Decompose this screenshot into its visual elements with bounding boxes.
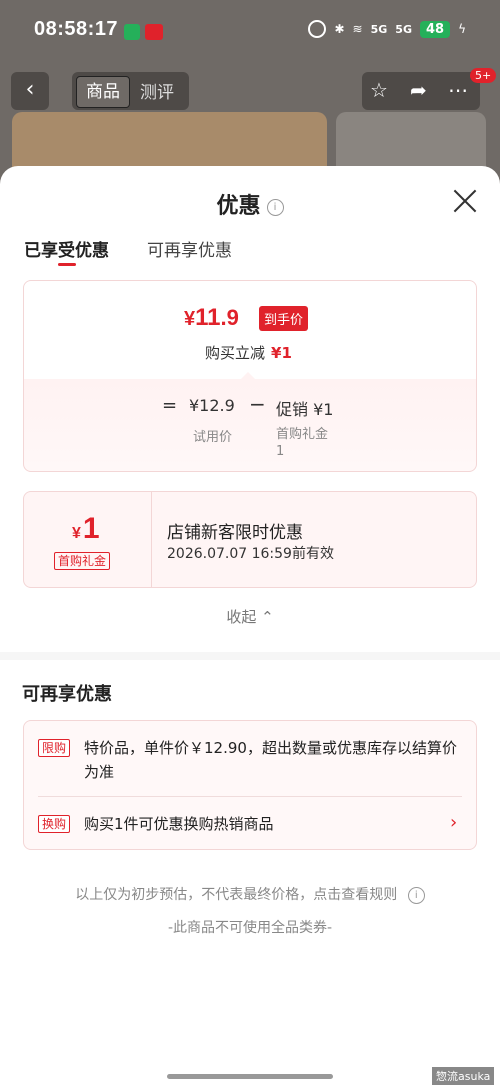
trial-price-label: 试用价 <box>193 430 233 445</box>
caret-pointer <box>240 372 256 380</box>
reduction-label: 购买立减 <box>205 344 266 362</box>
final-price: ¥11.9 <box>184 304 239 332</box>
collapse-label: 收起 <box>226 608 257 626</box>
close-icon[interactable] <box>452 188 478 214</box>
promo-amount: 促销 ¥1 <box>276 400 334 419</box>
exchange-offer-text[interactable]: 购买1件可优惠换购热销商品 <box>84 813 274 834</box>
coupon-restriction-note: -此商品不可使用全品类券- <box>167 920 333 936</box>
disclaimer[interactable]: 以上仅为初步预估，不代表最终价格，点击查看规则 i <box>0 884 500 904</box>
row-separator <box>38 796 462 797</box>
tab-enjoyed-discounts[interactable]: 已享受优惠 <box>24 236 109 261</box>
collapse-button[interactable]: 收起 ⌃ <box>0 606 500 627</box>
coupon-validity: 2026.07.07 16:59前有效 <box>167 546 334 562</box>
sheet-title: 优惠 i <box>0 188 500 220</box>
favorite-star-icon[interactable]: ☆ <box>370 78 388 102</box>
final-price-tag: 到手价 <box>259 306 309 331</box>
coupon-tag: 首购礼金 <box>54 552 111 570</box>
chevron-right-icon[interactable]: › <box>450 812 457 833</box>
section-title: 可再享优惠 <box>22 684 112 705</box>
tab-review[interactable]: 测评 <box>140 78 174 103</box>
signal-icon: 5G <box>370 22 388 36</box>
signal-icon: 5G <box>395 22 412 36</box>
minus-sign: − <box>249 392 266 416</box>
section-divider <box>0 652 500 660</box>
info-icon[interactable]: i <box>407 886 425 904</box>
app-notification-icon <box>124 24 140 40</box>
limit-offer-text: 特价品，单件价￥12.90，超出数量或优惠库存以结算价为准 <box>84 739 457 781</box>
tab-product[interactable]: 商品 <box>76 76 130 108</box>
share-icon[interactable]: ➦ <box>410 78 427 102</box>
promo-detail: 首购礼金 1 <box>276 426 328 460</box>
sheet-title-text: 优惠 <box>216 194 261 219</box>
bluetooth-icon: ✱ <box>334 22 345 36</box>
status-bar: 08:58:17 ✱ ≋ 5G 5G 48 ϟ <box>0 0 500 62</box>
exchange-tag: 换购 <box>38 815 71 833</box>
coupon-currency: ¥ <box>72 525 81 542</box>
chevron-up-icon: ⌃ <box>261 608 274 626</box>
limit-tag: 限购 <box>38 739 71 757</box>
alarm-icon <box>308 20 327 38</box>
more-icon[interactable]: ⋯ <box>448 78 468 102</box>
back-button[interactable]: ‹ <box>11 72 49 110</box>
price-decimal: .9 <box>220 305 239 330</box>
home-indicator[interactable] <box>167 1074 333 1079</box>
notification-badge: 5+ <box>470 68 497 83</box>
coupon-title: 店铺新客限时优惠 <box>167 523 303 543</box>
instant-reduction: 购买立减 ¥1 <box>205 342 292 363</box>
battery-icon: 48 <box>419 20 451 38</box>
price-integer: 11 <box>195 304 221 331</box>
trial-price: ¥12.9 <box>189 396 235 415</box>
disclaimer-text: 以上仅为初步预估，不代表最终价格，点击查看规则 <box>75 887 398 903</box>
reduction-amount: ¥1 <box>271 344 292 362</box>
promo-detail-line2: 1 <box>276 444 285 459</box>
status-time: 08:58:17 <box>34 18 119 40</box>
active-tab-indicator <box>58 263 76 266</box>
status-icons: ✱ ≋ 5G 5G 48 ϟ <box>308 20 466 38</box>
watermark: 惣流asuka <box>432 1067 495 1085</box>
wifi-icon: ≋ <box>352 22 363 36</box>
promo-detail-line1: 首购礼金 <box>276 427 329 442</box>
coupon-value: 1 <box>82 512 100 545</box>
equals-sign: = <box>162 395 178 416</box>
currency-symbol: ¥ <box>184 308 196 330</box>
coupon-amount: ¥1 <box>72 512 100 546</box>
app-notification-icon <box>145 24 163 40</box>
tab-more-discounts[interactable]: 可再享优惠 <box>147 236 232 261</box>
charging-icon: ϟ <box>458 22 466 36</box>
info-icon[interactable]: i <box>266 198 284 216</box>
top-actions: ☆ ➦ ⋯ <box>362 72 480 110</box>
